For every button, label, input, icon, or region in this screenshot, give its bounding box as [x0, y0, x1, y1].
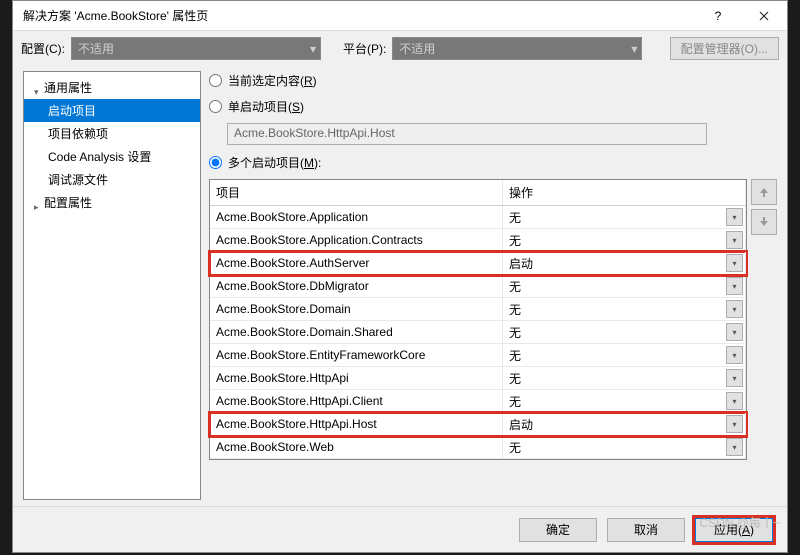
apply-button[interactable]: 应用(A) — [695, 518, 773, 542]
table-row[interactable]: Acme.BookStore.Application.Contracts无▾ — [210, 229, 746, 252]
chevron-down-icon[interactable]: ▾ — [726, 231, 743, 249]
table-row[interactable]: Acme.BookStore.Domain.Shared无▾ — [210, 321, 746, 344]
cell-project: Acme.BookStore.HttpApi.Client — [210, 390, 503, 412]
cell-action[interactable]: 无▾ — [503, 206, 746, 228]
tree-item-debug-source[interactable]: 调试源文件 — [24, 168, 200, 191]
platform-combo[interactable]: 不适用 ▾ — [392, 37, 642, 60]
cell-action[interactable]: 启动▾ — [503, 413, 746, 435]
table-row[interactable]: Acme.BookStore.HttpApi.Client无▾ — [210, 390, 746, 413]
cancel-button[interactable]: 取消 — [607, 518, 685, 542]
close-button[interactable] — [741, 1, 787, 31]
cell-project: Acme.BookStore.HttpApi.Host — [210, 413, 503, 435]
table-row[interactable]: Acme.BookStore.Web无▾ — [210, 436, 746, 459]
radio-current-selection[interactable]: 当前选定内容(R) — [209, 71, 777, 89]
cell-action[interactable]: 无▾ — [503, 390, 746, 412]
radio-label: 单启动项目(S) — [228, 98, 304, 115]
projects-grid-wrap: 项目 操作 Acme.BookStore.Application无▾Acme.B… — [209, 179, 777, 460]
move-up-button[interactable] — [751, 179, 777, 205]
table-row[interactable]: Acme.BookStore.HttpApi.Host启动▾ — [210, 413, 746, 436]
window-title: 解决方案 'Acme.BookStore' 属性页 — [23, 7, 695, 24]
cell-action[interactable]: 无▾ — [503, 344, 746, 366]
chevron-down-icon[interactable]: ▾ — [726, 254, 743, 272]
nav-tree: 通用属性 启动项目 项目依赖项 Code Analysis 设置 调试源文件 配… — [23, 71, 201, 500]
table-row[interactable]: Acme.BookStore.AuthServer启动▾ — [210, 252, 746, 275]
chevron-down-icon: ▾ — [631, 42, 637, 56]
cell-project: Acme.BookStore.DbMigrator — [210, 275, 503, 297]
radio-input[interactable] — [209, 100, 222, 113]
config-value: 不适用 — [78, 40, 114, 57]
projects-grid: 项目 操作 Acme.BookStore.Application无▾Acme.B… — [209, 179, 747, 460]
cell-project: Acme.BookStore.Application — [210, 206, 503, 228]
col-project[interactable]: 项目 — [210, 180, 503, 205]
radio-multi-startup[interactable]: 多个启动项目(M): — [209, 153, 777, 171]
cell-action[interactable]: 无▾ — [503, 229, 746, 251]
arrow-up-icon — [758, 186, 770, 198]
cell-action[interactable]: 启动▾ — [503, 252, 746, 274]
cell-project: Acme.BookStore.Domain.Shared — [210, 321, 503, 343]
chevron-down-icon[interactable]: ▾ — [726, 323, 743, 341]
chevron-down-icon[interactable]: ▾ — [726, 415, 743, 433]
cell-action[interactable]: 无▾ — [503, 321, 746, 343]
tree-group-label: 通用属性 — [44, 79, 92, 96]
radio-label: 多个启动项目(M): — [228, 154, 321, 171]
grid-header: 项目 操作 — [210, 180, 746, 206]
move-down-button[interactable] — [751, 209, 777, 235]
chevron-right-icon — [34, 199, 42, 207]
cell-action[interactable]: 无▾ — [503, 298, 746, 320]
cell-project: Acme.BookStore.Domain — [210, 298, 503, 320]
startup-panel: 当前选定内容(R) 单启动项目(S) Acme.BookStore.HttpAp… — [209, 71, 777, 500]
chevron-down-icon[interactable]: ▾ — [726, 300, 743, 318]
table-row[interactable]: Acme.BookStore.Domain无▾ — [210, 298, 746, 321]
config-manager-button[interactable]: 配置管理器(O)... — [670, 37, 779, 60]
cell-project: Acme.BookStore.AuthServer — [210, 252, 503, 274]
cell-project: Acme.BookStore.HttpApi — [210, 367, 503, 389]
close-icon — [759, 11, 769, 21]
tree-item-code-analysis[interactable]: Code Analysis 设置 — [24, 145, 200, 168]
table-row[interactable]: Acme.BookStore.HttpApi无▾ — [210, 367, 746, 390]
chevron-down-icon[interactable]: ▾ — [726, 208, 743, 226]
cell-action[interactable]: 无▾ — [503, 367, 746, 389]
radio-single-startup[interactable]: 单启动项目(S) — [209, 97, 777, 115]
cell-project: Acme.BookStore.Web — [210, 436, 503, 458]
tree-group-common[interactable]: 通用属性 — [24, 76, 200, 99]
table-row[interactable]: Acme.BookStore.EntityFrameworkCore无▾ — [210, 344, 746, 367]
chevron-down-icon[interactable]: ▾ — [726, 277, 743, 295]
property-pages-dialog: 解决方案 'Acme.BookStore' 属性页 ? 配置(C): 不适用 ▾… — [12, 0, 788, 553]
chevron-down-icon — [34, 84, 42, 92]
config-bar: 配置(C): 不适用 ▾ 平台(P): 不适用 ▾ 配置管理器(O)... — [13, 31, 787, 65]
tree-item-deps[interactable]: 项目依赖项 — [24, 122, 200, 145]
chevron-down-icon[interactable]: ▾ — [726, 392, 743, 410]
help-button[interactable]: ? — [695, 1, 741, 31]
chevron-down-icon: ▾ — [310, 42, 316, 56]
cell-action[interactable]: 无▾ — [503, 436, 746, 458]
config-label: 配置(C): — [21, 40, 65, 57]
main-area: 通用属性 启动项目 项目依赖项 Code Analysis 设置 调试源文件 配… — [13, 65, 787, 506]
reorder-buttons — [751, 179, 777, 460]
radio-label: 当前选定内容(R) — [228, 72, 317, 89]
radio-input[interactable] — [209, 156, 222, 169]
cell-project: Acme.BookStore.Application.Contracts — [210, 229, 503, 251]
titlebar: 解决方案 'Acme.BookStore' 属性页 ? — [13, 1, 787, 31]
chevron-down-icon[interactable]: ▾ — [726, 346, 743, 364]
radio-input[interactable] — [209, 74, 222, 87]
ok-button[interactable]: 确定 — [519, 518, 597, 542]
table-row[interactable]: Acme.BookStore.DbMigrator无▾ — [210, 275, 746, 298]
table-row[interactable]: Acme.BookStore.Application无▾ — [210, 206, 746, 229]
arrow-down-icon — [758, 216, 770, 228]
cell-project: Acme.BookStore.EntityFrameworkCore — [210, 344, 503, 366]
platform-value: 不适用 — [399, 40, 435, 57]
dialog-footer: 确定 取消 应用(A) — [13, 506, 787, 552]
chevron-down-icon[interactable]: ▾ — [726, 438, 743, 456]
config-combo[interactable]: 不适用 ▾ — [71, 37, 321, 60]
platform-label: 平台(P): — [343, 40, 386, 57]
grid-body: Acme.BookStore.Application无▾Acme.BookSto… — [210, 206, 746, 459]
single-startup-combo[interactable]: Acme.BookStore.HttpApi.Host — [227, 123, 707, 145]
tree-group-config[interactable]: 配置属性 — [24, 191, 200, 214]
col-action[interactable]: 操作 — [503, 180, 746, 205]
tree-item-startup[interactable]: 启动项目 — [24, 99, 200, 122]
tree-group-label: 配置属性 — [44, 194, 92, 211]
chevron-down-icon[interactable]: ▾ — [726, 369, 743, 387]
cell-action[interactable]: 无▾ — [503, 275, 746, 297]
